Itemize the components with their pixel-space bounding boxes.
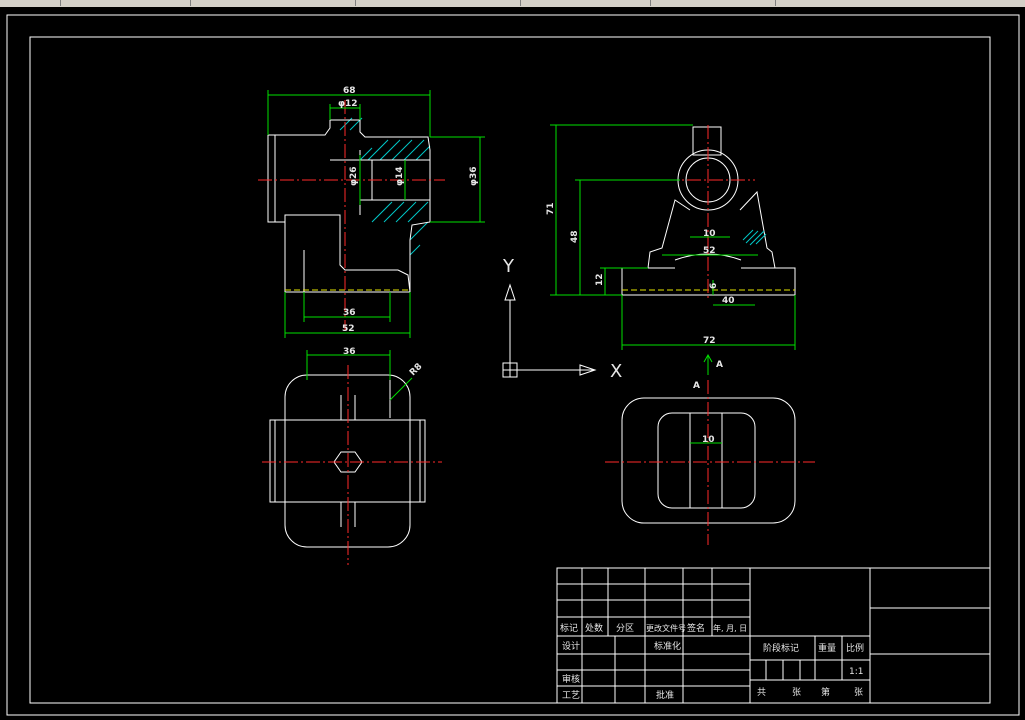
dim-section-slot: 10 [702, 435, 715, 445]
dim-front-bore: φ12 [338, 99, 358, 109]
tb-review: 审核 [562, 673, 580, 685]
tb-process: 工艺 [562, 690, 580, 701]
side-view: 71 48 12 10 52 6 40 72 [546, 124, 796, 350]
tb-scale-label: 比例 [846, 642, 864, 654]
tb-header-2: 分区 [616, 623, 634, 634]
top-view: 36 R8 [262, 347, 442, 565]
dim-side-base-h: 12 [595, 273, 605, 286]
toolbar-segment[interactable] [520, 0, 651, 6]
sheet-border [6, 14, 1020, 716]
tb-header-5: 年, 月, 日 [713, 623, 747, 633]
tb-header-1: 处数 [585, 622, 603, 634]
dim-front-base-outer: 52 [342, 324, 355, 334]
toolbar-segment[interactable] [60, 0, 191, 6]
side-hatch [742, 229, 767, 246]
window-top-bar [0, 0, 1025, 7]
ucs-x-label: X [610, 361, 622, 382]
tb-page: 第 [821, 686, 830, 698]
toolbar-segment[interactable] [190, 0, 356, 6]
section-label-a1: A [716, 360, 723, 370]
dim-side-offset: 40 [722, 296, 735, 306]
dim-front-outer: φ36 [469, 166, 479, 186]
ucs-y-label: Y [502, 256, 515, 277]
tb-header-3: 更改文件号 [646, 623, 686, 633]
dim-side-slot: 10 [703, 229, 716, 239]
front-view: 68 φ12 φ26 φ14 φ36 36 52 [258, 86, 485, 338]
tb-sheets2: 张 [854, 687, 863, 698]
dim-front-base-inner: 36 [343, 308, 356, 318]
dim-front-width: 68 [343, 86, 356, 96]
toolbar-segment[interactable] [650, 0, 776, 6]
tb-header-0: 标记 [560, 622, 578, 634]
dim-top-radius: R8 [408, 362, 424, 378]
section-label-a2: A [693, 381, 700, 391]
dim-side-span: 52 [703, 246, 716, 256]
tb-sheets1: 张 [792, 687, 801, 698]
section-view: 10 A A [605, 353, 815, 545]
dim-side-small: 6 [709, 283, 719, 289]
dim-side-height: 71 [546, 202, 556, 215]
tb-scale-value: 1:1 [849, 667, 863, 677]
dim-front-id: φ14 [395, 166, 405, 186]
title-block: 标记 处数 分区 更改文件号 签名 年, 月, 日 设计 标准化 审核 工艺 批… [556, 567, 991, 704]
dim-side-total: 72 [703, 336, 716, 346]
tb-design: 设计 [562, 640, 580, 652]
dim-side-center: 48 [570, 230, 580, 243]
tb-stage-mark: 阶段标记 [763, 642, 799, 654]
tb-approve: 批准 [656, 689, 674, 701]
tb-standard: 标准化 [654, 640, 681, 652]
toolbar-segment[interactable] [0, 0, 61, 6]
section-outer [621, 397, 796, 524]
drawing-canvas[interactable]: 68 φ12 φ26 φ14 φ36 36 52 71 48 12 10 52 … [0, 7, 1025, 720]
dim-front-od: φ26 [349, 166, 359, 186]
dim-top-width: 36 [343, 347, 356, 357]
tb-total: 共 [757, 687, 766, 698]
toolbar-segment[interactable] [355, 0, 521, 6]
tb-weight: 重量 [818, 642, 836, 654]
section-inner [657, 412, 756, 509]
tb-header-4: 签名 [687, 622, 705, 634]
